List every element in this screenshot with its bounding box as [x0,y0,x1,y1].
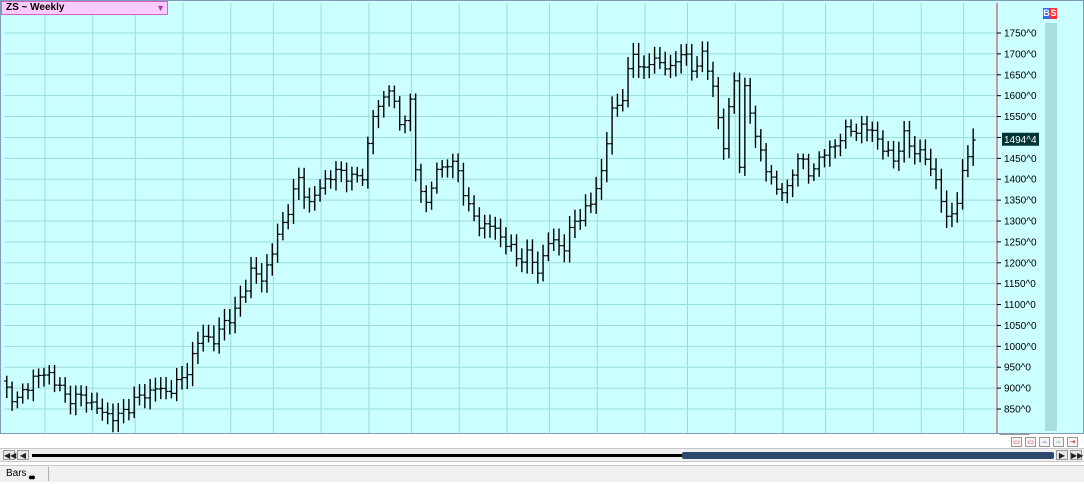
price-tick-label: 1750^0 [1004,29,1037,40]
price-tick-label: 1050^0 [1004,321,1037,332]
price-tick-label: 1250^0 [1004,237,1037,248]
expand-icon[interactable]: ⇔ [1039,437,1050,447]
price-tick-label: 1650^0 [1004,70,1037,81]
sell-indicator[interactable]: S [1050,8,1057,19]
buy-sell-indicator[interactable]: B S [1043,8,1057,19]
time-highlight [999,434,1030,435]
last-price-label: 1494^4 [1004,135,1037,146]
price-tick-label: 1000^0 [1004,342,1037,353]
price-tick-label: 1350^0 [1004,196,1037,207]
price-tick-label: 1400^0 [1004,175,1037,186]
tab-bars[interactable]: Bars ●● [3,467,49,482]
time-scrollbar[interactable]: ◀◀ ◀ ▶ ▶▶ [0,448,1084,462]
scroll-end-icon[interactable]: ▶▶ [1070,450,1083,460]
price-tick-label: 1300^0 [1004,217,1037,228]
symbol-selector[interactable]: ZS ~ Weekly ▼ [1,1,168,15]
price-tick-label: 1600^0 [1004,91,1037,102]
price-chart[interactable]: 850^0 900^0 950^0 1000^0 1050^0 1100^0 1150^0 1… [1,1,1084,435]
shrink-icon[interactable]: ⇔ [1053,437,1064,447]
buy-indicator[interactable]: B [1043,8,1050,19]
scroll-start-icon[interactable]: ◀◀ [3,450,16,460]
symbol-label: ZS ~ Weekly [6,2,65,13]
price-tick-label: 1100^0 [1004,300,1036,311]
price-tick-label: 1200^0 [1004,258,1037,269]
price-tick-label: 850^0 [1004,405,1031,416]
zoom-in-icon[interactable]: ▭ [1025,437,1036,447]
status-bar: Bars ●● [0,465,1084,482]
price-tick-label: 1150^0 [1004,279,1036,290]
scale-strip [1045,23,1057,431]
scroll-left-icon[interactable]: ◀ [17,450,29,460]
scroll-right-icon[interactable]: ▶ [1056,450,1068,460]
price-tick-label: 950^0 [1004,363,1031,374]
price-tick-label: 1550^0 [1004,112,1037,123]
tab-bars-label: Bars [6,468,27,479]
zoom-out-icon[interactable]: ▭ [1011,437,1022,447]
scroll-end-icon[interactable]: ⇥ [1067,437,1078,447]
price-tick-label: 1450^0 [1004,154,1037,165]
chart-window: 850^0 900^0 950^0 1000^0 1050^0 1100^0 1150^0 1… [0,0,1084,483]
plot-area[interactable]: 850^0 900^0 950^0 1000^0 1050^0 1100^0 1150^0 1… [0,0,1084,435]
scroll-thumb[interactable] [682,452,1054,459]
glasses-icon: ●● [28,472,36,482]
price-tick-label: 900^0 [1004,384,1031,395]
price-tick-label: 1700^0 [1004,49,1037,60]
triangle-down-icon[interactable]: ▼ [156,2,165,14]
